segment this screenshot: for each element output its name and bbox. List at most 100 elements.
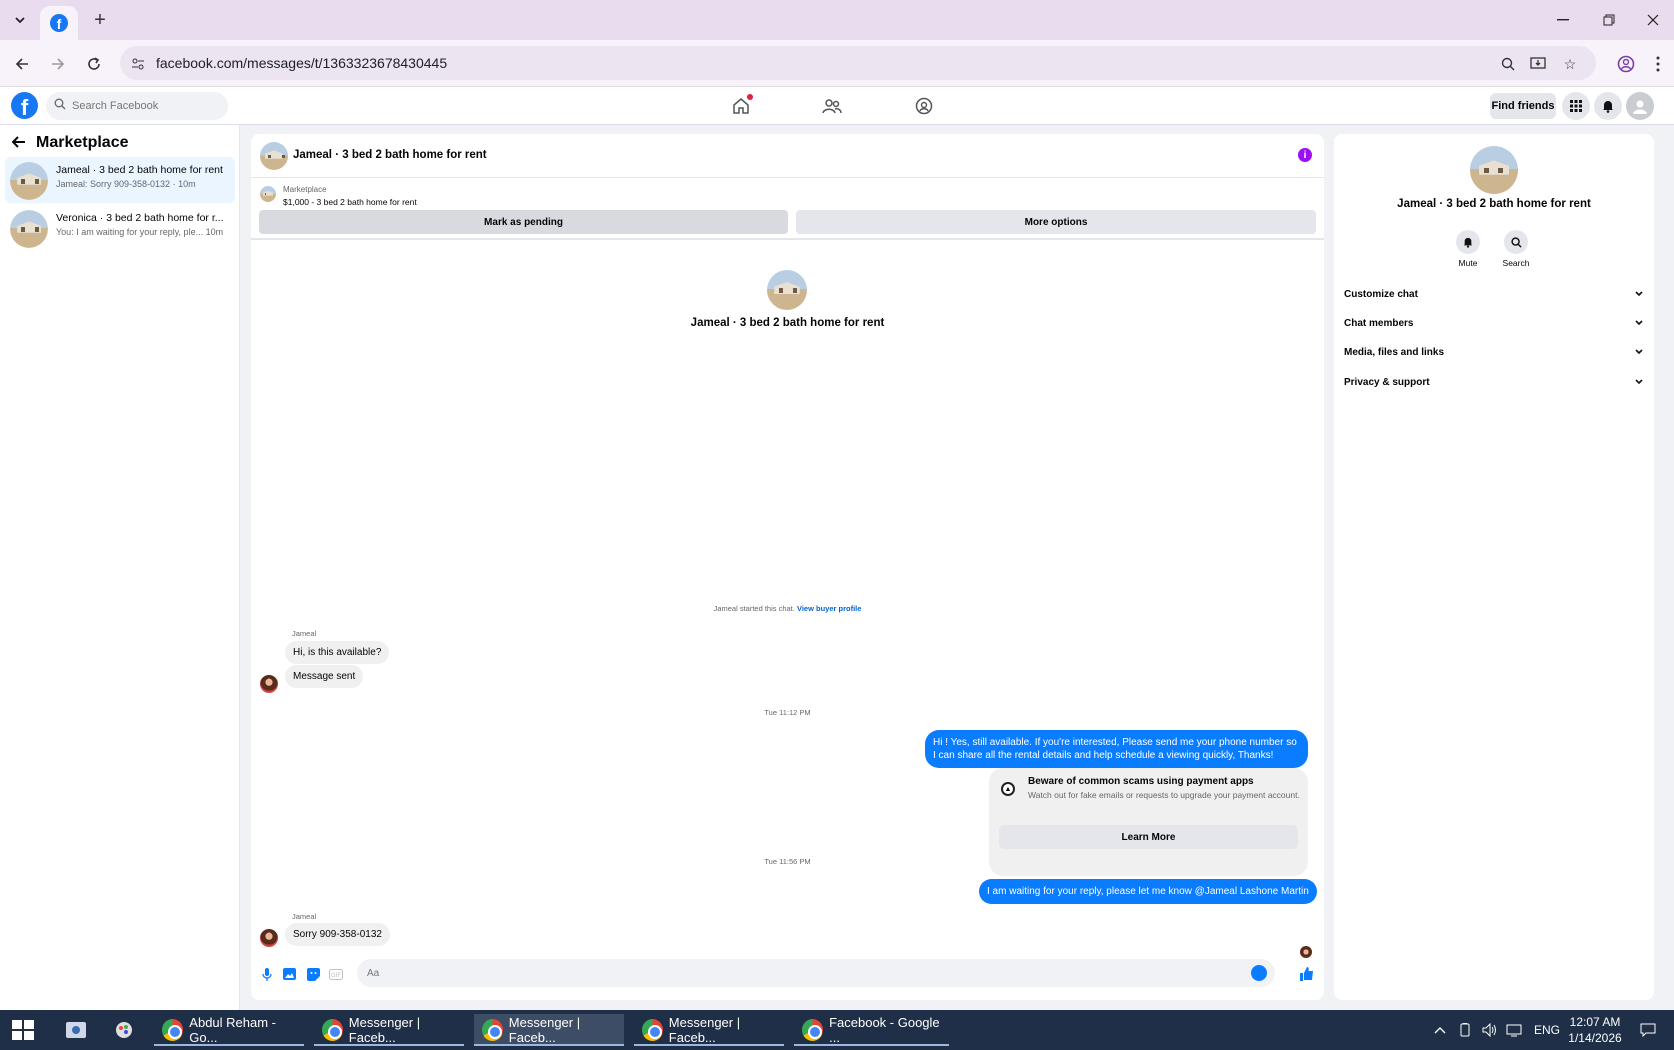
- chat-info-title: Jameal · 3 bed 2 bath home for rent: [1397, 198, 1591, 210]
- tab-search-chevron-icon[interactable]: [8, 8, 32, 32]
- info-icon[interactable]: i: [1298, 148, 1312, 162]
- chrome-icon: [482, 1019, 503, 1041]
- photo-icon[interactable]: [281, 966, 297, 982]
- battery-icon[interactable]: [1458, 1010, 1472, 1050]
- shield-icon: ▲: [1001, 782, 1015, 796]
- listing-thumbnail: [10, 210, 48, 248]
- section-label: Privacy & support: [1344, 377, 1430, 388]
- incoming-message[interactable]: Hi, is this available?: [285, 641, 390, 664]
- url-text[interactable]: facebook.com/messages/t/1363323678430445: [156, 55, 447, 71]
- message-input-box[interactable]: [357, 959, 1275, 987]
- paint-taskbar-icon[interactable]: [106, 1014, 140, 1046]
- marketplace-sidebar: Marketplace Jameal · 3 bed 2 bath home f…: [0, 125, 240, 1010]
- language-indicator[interactable]: ENG: [1534, 1010, 1560, 1050]
- section-label: Customize chat: [1344, 289, 1418, 300]
- taskbar-app-label: Abdul Reham - Go...: [189, 1015, 277, 1045]
- chrome-icon: [642, 1019, 663, 1041]
- taskbar-app-chrome[interactable]: Messenger | Faceb...: [314, 1014, 464, 1046]
- listing-thumbnail[interactable]: [260, 142, 288, 170]
- learn-more-button[interactable]: Learn More: [999, 825, 1298, 849]
- view-buyer-profile-link[interactable]: View buyer profile: [797, 604, 861, 613]
- conversation-item[interactable]: Jameal · 3 bed 2 bath home for rent Jame…: [5, 157, 235, 203]
- more-options-button[interactable]: More options: [796, 210, 1316, 234]
- listing-title[interactable]: $1,000 - 3 bed 2 bath home for rent: [283, 197, 417, 207]
- back-arrow-icon[interactable]: [8, 50, 36, 78]
- customize-chat-row[interactable]: Customize chat: [1344, 289, 1644, 309]
- mute-button[interactable]: Mute: [1448, 230, 1488, 268]
- mute-label: Mute: [1458, 258, 1478, 268]
- volume-icon[interactable]: [1482, 1010, 1498, 1050]
- taskbar-clock[interactable]: 12:07 AM 1/14/2026: [1560, 1014, 1630, 1046]
- menu-grid-icon[interactable]: [1562, 92, 1590, 120]
- incoming-message[interactable]: Message sent: [285, 665, 364, 688]
- outlook-taskbar-icon[interactable]: [58, 1014, 92, 1046]
- notification-dot: [747, 94, 753, 100]
- taskbar-app-chrome[interactable]: Messenger | Faceb...: [634, 1014, 784, 1046]
- facebook-search-input[interactable]: [66, 92, 216, 120]
- emoji-icon[interactable]: [1251, 965, 1267, 981]
- started-text: Jameal started this chat.: [713, 604, 795, 613]
- incoming-message[interactable]: Sorry 909-358-0132: [285, 923, 390, 946]
- privacy-support-row[interactable]: Privacy & support: [1344, 377, 1644, 397]
- media-files-links-row[interactable]: Media, files and links: [1344, 347, 1644, 367]
- chat-members-row[interactable]: Chat members: [1344, 318, 1644, 338]
- address-bar[interactable]: facebook.com/messages/t/1363323678430445…: [120, 46, 1596, 80]
- windows-start-icon[interactable]: [12, 1020, 34, 1040]
- minimize-icon[interactable]: [1540, 6, 1586, 34]
- taskbar-app-chrome[interactable]: Messenger | Faceb...: [474, 1014, 624, 1046]
- back-arrow-icon[interactable]: [11, 135, 26, 151]
- notifications-bell-icon[interactable]: [1594, 92, 1622, 120]
- bell-icon[interactable]: [1456, 230, 1480, 254]
- scam-warning-text: Watch out for fake emails or requests to…: [1028, 790, 1300, 800]
- network-icon[interactable]: [1506, 1010, 1522, 1050]
- bookmark-star-icon[interactable]: ☆: [1560, 54, 1580, 74]
- outgoing-message[interactable]: Hi ! Yes, still available. If you're int…: [925, 730, 1308, 768]
- restore-icon[interactable]: [1586, 6, 1632, 34]
- notification-center-icon[interactable]: [1640, 1010, 1656, 1050]
- taskbar-app-chrome[interactable]: Abdul Reham - Go...: [154, 1014, 304, 1046]
- clock-time: 12:07 AM: [1569, 1015, 1621, 1029]
- microphone-icon[interactable]: [259, 966, 275, 982]
- taskbar-app-chrome[interactable]: Facebook - Google ...: [794, 1014, 949, 1046]
- browser-tab-bar: f +: [0, 0, 1674, 40]
- mark-as-pending-button[interactable]: Mark as pending: [259, 210, 788, 234]
- message-input[interactable]: [367, 959, 1227, 987]
- account-avatar-icon[interactable]: [1626, 92, 1654, 120]
- section-label: Media, files and links: [1344, 347, 1445, 358]
- zoom-icon[interactable]: [1498, 54, 1518, 74]
- groups-nav-icon[interactable]: [910, 93, 938, 119]
- conversation-name: Veronica · 3 bed 2 bath home for r...: [56, 212, 224, 224]
- sender-avatar[interactable]: [260, 675, 278, 693]
- facebook-search[interactable]: [46, 92, 228, 120]
- show-hidden-icons-chevron-icon[interactable]: [1434, 1010, 1446, 1050]
- chat-panel: Jameal · 3 bed 2 bath home for rent i Ma…: [251, 134, 1324, 1000]
- facebook-logo-icon[interactable]: f: [11, 92, 38, 119]
- listing-bar: Marketplace $1,000 - 3 bed 2 bath home f…: [251, 178, 1324, 240]
- sender-avatar[interactable]: [260, 929, 278, 947]
- browser-menu-icon[interactable]: [1644, 50, 1672, 78]
- friends-nav-icon[interactable]: [818, 93, 846, 119]
- conversation-item[interactable]: Veronica · 3 bed 2 bath home for r... Yo…: [5, 205, 235, 251]
- install-app-icon[interactable]: [1528, 54, 1548, 74]
- search-label: Search: [1502, 258, 1530, 268]
- outgoing-message[interactable]: I am waiting for your reply, please let …: [979, 879, 1317, 904]
- close-window-icon[interactable]: [1630, 6, 1674, 34]
- chat-title[interactable]: Jameal · 3 bed 2 bath home for rent: [293, 149, 487, 161]
- reload-icon[interactable]: [80, 50, 108, 78]
- listing-thumbnail[interactable]: [260, 186, 276, 202]
- forward-arrow-icon[interactable]: [44, 50, 72, 78]
- gif-icon[interactable]: GIF: [328, 966, 344, 982]
- new-tab-plus-icon[interactable]: +: [88, 8, 112, 32]
- facebook-favicon-icon: f: [50, 14, 68, 32]
- message-timestamp: Tue 11:56 PM: [764, 857, 811, 866]
- sticker-icon[interactable]: [305, 966, 321, 982]
- profile-icon[interactable]: [1612, 50, 1640, 78]
- search-icon[interactable]: [1504, 230, 1528, 254]
- home-nav-icon[interactable]: [727, 93, 755, 119]
- search-in-chat-button[interactable]: Search: [1496, 230, 1536, 268]
- thumbs-up-icon[interactable]: [1299, 966, 1315, 982]
- site-settings-icon[interactable]: [128, 54, 148, 74]
- sidebar-title: Marketplace: [36, 134, 129, 151]
- find-friends-button[interactable]: Find friends: [1490, 93, 1556, 119]
- browser-tab-facebook[interactable]: f: [40, 6, 78, 40]
